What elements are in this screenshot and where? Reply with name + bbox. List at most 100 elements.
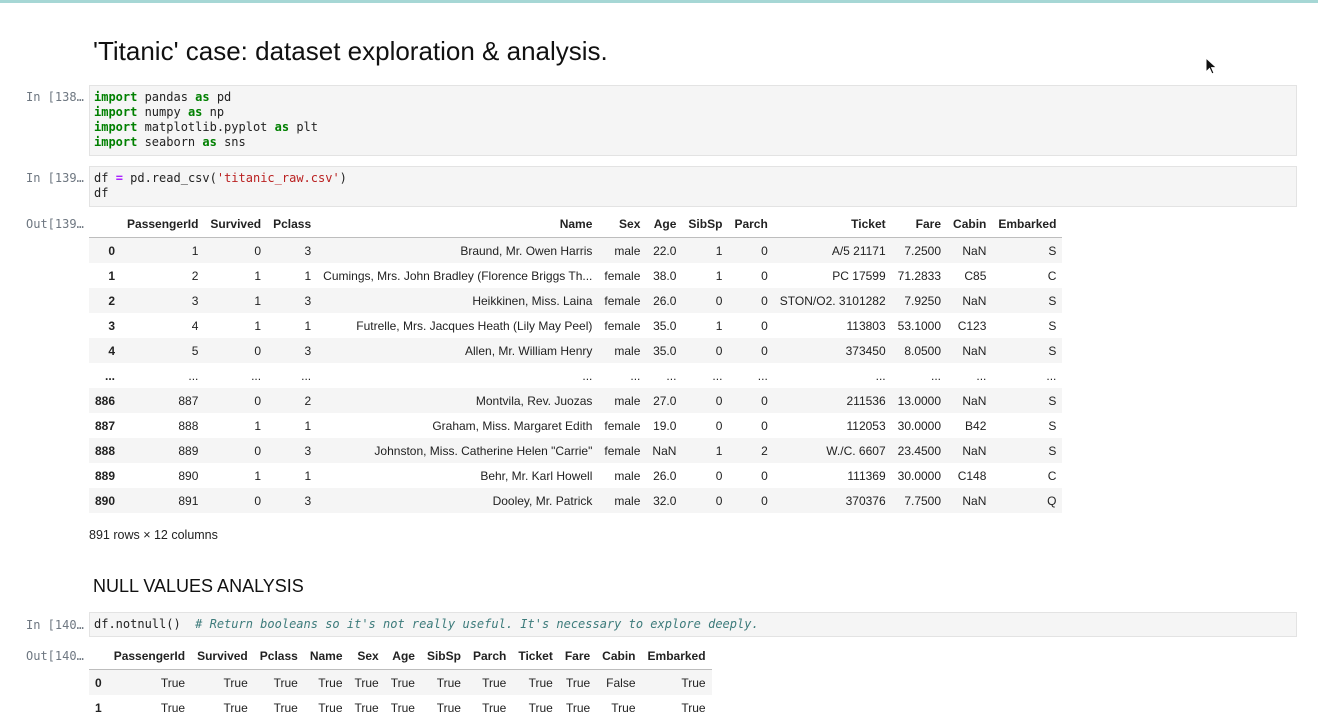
column-header: Cabin [947,211,993,238]
row-index: 1 [95,700,102,715]
table-row: 888 889 0 3 Johnston, Miss. Catherine Helen … [89,438,1063,463]
table-cell: ... [582,368,593,383]
code-token: df.notnull() [94,617,196,631]
column-header: Survived [204,211,268,238]
table-cell: NaN [962,393,987,408]
table-cell: 1 [254,468,262,483]
table-cell: female [604,318,641,333]
column-header: Parch [728,211,774,238]
table-cell: ... [875,368,886,383]
table-cell: False [606,675,636,690]
row-index: 887 [95,418,116,433]
notnull-output-table: PassengerId Survived Pclass Name Sex Age SibSp… [89,643,712,720]
table-cell: 4 [191,318,199,333]
code-token-kw: as [187,105,203,119]
table-cell: NaN [962,293,987,308]
table-cell: True [354,675,379,690]
table-cell: 8.0500 [904,343,942,358]
table-cell: True [681,700,706,715]
table-cell: 0 [715,493,723,508]
code-cell-notnull[interactable]: df.notnull() # Return booleans so it's n… [89,612,1297,637]
code-token: np [202,105,225,119]
column-header [89,211,122,238]
table-cell: ... [976,368,987,383]
row-index: 890 [95,493,116,508]
table-cell: STON/O2. 3101282 [779,293,886,308]
row-index: 1 [108,268,116,283]
table-cell: 3 [304,493,312,508]
table-cell: Montvila, Rev. Juozas [475,393,593,408]
table-cell: True [482,700,507,715]
table-cell: 32.0 [653,493,677,508]
table-cell: ... [931,368,942,383]
code-line: df [94,186,1292,201]
table-cell: NaN [962,343,987,358]
table-cell: 890 [178,468,199,483]
table-cell: 30.0000 [897,468,942,483]
row-index: 2 [108,293,116,308]
table-cell: Johnston, Miss. Catherine Helen "Carrie" [374,443,593,458]
table-cell: True [354,700,379,715]
table-cell: 71.2833 [897,268,942,283]
table-cell: 3 [304,293,312,308]
column-header [89,643,108,670]
table-cell: 1 [191,243,199,258]
table-cell: B42 [965,418,987,433]
table-cell: 53.1000 [897,318,942,333]
column-header: Parch [466,643,513,670]
code-token: pd.read_csv( [122,171,217,185]
code-line: import pandas as pd [94,90,1292,105]
table-cell: male [614,393,641,408]
code-token: matplotlib.pyplot [137,120,275,134]
table-cell: C123 [957,318,987,333]
table-cell: male [614,493,641,508]
code-cell-imports[interactable]: import pandas as pd import numpy as np imp… [89,85,1297,156]
table-cell: True [318,700,343,715]
table-header-row: PassengerId Survived Pclass Name Sex Age SibSp… [89,643,712,670]
code-token-kw: import [94,135,138,149]
table-cell: S [1048,293,1057,308]
column-header: Pclass [267,211,318,238]
table-cell: ... [666,368,677,383]
table-row: 1 True True True True True True True True True Tru… [89,695,712,720]
section-heading-null-values: NULL VALUES ANALYSIS [93,576,304,596]
table-row: ....................................... [89,363,1062,388]
table-cell: male [614,243,641,258]
table-cell: female [604,268,641,283]
table-cell: 35.0 [653,318,677,333]
column-header: Embarked [641,643,712,670]
input-prompt-139: In [139… [26,171,84,185]
code-line: df = pd.read_csv('titanic_raw.csv') [94,171,1292,186]
table-cell: 0 [761,318,768,333]
code-token: pandas [137,90,196,104]
code-cell-read-csv[interactable]: df = pd.read_csv('titanic_raw.csv') df [89,166,1297,207]
code-token-op: = [115,171,123,185]
code-line: import matplotlib.pyplot as plt [94,120,1292,135]
table-cell: True [223,700,248,715]
table-cell: C148 [957,468,987,483]
table-cell: Q [1047,493,1057,508]
table-row: 1 2 1 1 Cumings, Mrs. John Bradley (Florence… [89,263,1062,288]
table-cell: 13.0000 [897,393,942,408]
table-cell: 373450 [845,343,886,358]
table-cell: Dooley, Mr. Patrick [492,493,593,508]
table-cell: 27.0 [653,393,677,408]
table-cell: S [1048,443,1057,458]
table-cell: 2 [761,443,768,458]
code-token-cmt: # Return booleans so it's not really use… [195,617,759,631]
table-cell: 211536 [846,393,886,408]
column-header: Cabin [596,643,642,670]
column-header: Survived [191,643,254,670]
table-cell: 3 [304,243,312,258]
table-cell: 0 [715,293,723,308]
table-cell: 0 [254,443,262,458]
table-cell: 0 [715,343,723,358]
table-row: 0 1 0 3 Braund, Mr. Owen Harris male 22.0 1 0 A/5… [89,237,1063,263]
table-cell: 0 [715,418,723,433]
table-cell: ... [1046,368,1057,383]
table-cell: ... [301,368,312,383]
column-header: Name [303,643,349,670]
table-cell: female [604,293,641,308]
table-cell: 1 [254,318,262,333]
table-cell: 7.2500 [904,243,942,258]
